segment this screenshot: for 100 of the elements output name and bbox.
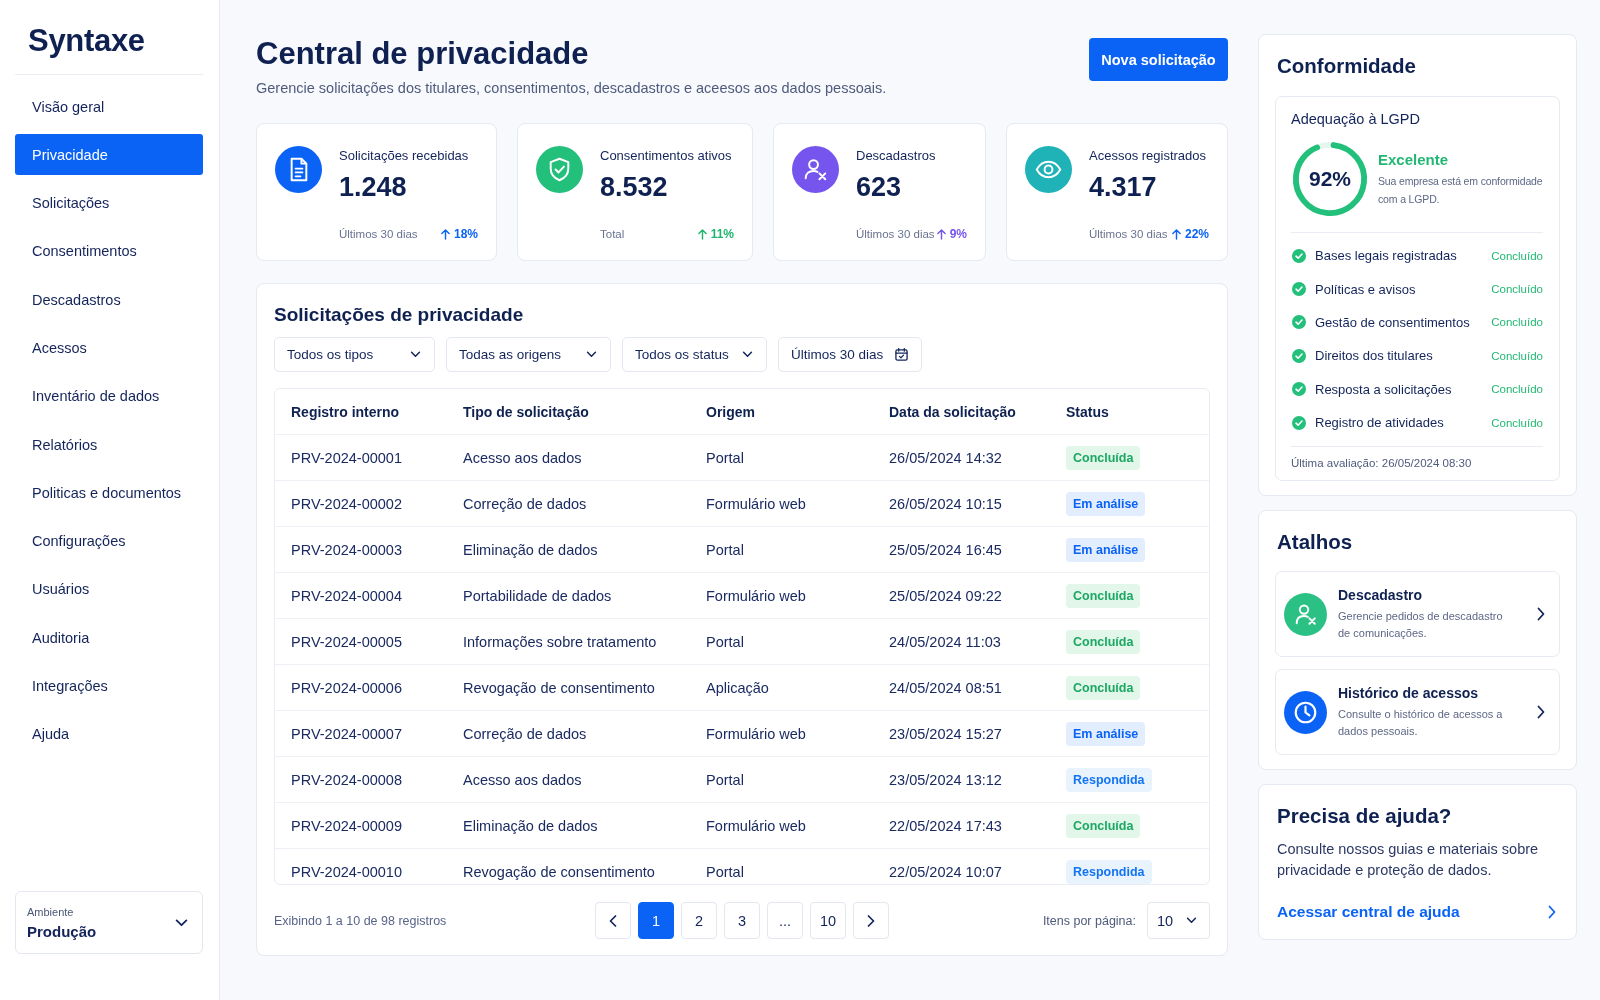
table-cell: PRV-2024-00007 [291,725,402,742]
sidebar-item[interactable]: Ajuda [15,713,203,755]
chevron-right-icon [867,914,875,927]
column-header: Origem [706,403,755,420]
table-cell: Formulário web [706,725,806,742]
score-value: 92% [1308,167,1352,191]
sidebar-item[interactable]: Privacidade [15,134,203,176]
table-cell: Eliminação de dados [463,541,598,558]
table-cell: Formulário web [706,587,806,604]
shortcut-description: Consulte o histórico de acessos a dados pessoais. [1338,706,1504,739]
date-filter[interactable]: Últimos 30 dias [778,337,922,372]
card-title: Adequação à LGPD [1291,110,1421,129]
table-cell: PRV-2024-00006 [291,679,402,696]
shortcut-card[interactable]: Histórico de acessos Consulte o histórico de acessos a dados pessoais. [1275,669,1560,756]
sidebar-item[interactable]: Solicitações [15,182,203,224]
new-request-button[interactable]: Nova solicitação [1089,38,1228,81]
environment-dropdown[interactable]: Ambiente Produção [15,891,203,954]
table-cell: 24/05/2024 08:51 [889,679,1002,696]
status-badge: Concluída [1066,813,1141,838]
sidebar-item[interactable]: Usuários [15,568,203,610]
table-cell: 26/05/2024 14:32 [889,449,1002,466]
rating-label: Excelente [1378,150,1450,168]
filter-dropdown[interactable]: Todas as origens [446,337,611,372]
table-cell: Correção de dados [463,495,587,512]
table-cell: Formulário web [706,817,806,834]
caret-icon [1186,917,1197,924]
status-badge: Em análise [1066,491,1146,516]
checklist-status: Concluído [1491,283,1543,296]
sidebar-item[interactable]: Politicas e documentos [15,472,203,514]
stat-value: 4.317 [1089,171,1158,204]
app-logo: Syntaxe [27,22,146,60]
page-subtitle: Gerencie solicitações dos titulares, consentimentos, descadastros e aceesos aos dados pessoais. [256,79,887,98]
section-title: Atalhos [1277,529,1354,556]
sidebar-item[interactable]: Visão geral [15,86,203,127]
table-cell: Portal [706,771,744,788]
calendar-icon [895,348,908,361]
table-cell: 23/05/2024 13:12 [889,771,1002,788]
page-button[interactable]: 1 [638,902,674,939]
chevron-right-icon [1537,607,1545,622]
column-header: Registro interno [291,403,400,420]
stat-period: Últimos 30 dias [1089,228,1168,240]
checklist-status: Concluído [1491,316,1543,329]
sidebar-item[interactable]: Descadastros [15,279,203,321]
previous-page-button[interactable] [595,902,631,939]
table-cell: PRV-2024-00008 [291,771,402,788]
checklist-status: Concluído [1491,249,1543,262]
checklist-item: Políticas e avisos [1315,281,1417,297]
status-badge: Respondida [1066,767,1152,792]
page-title: Central de privacidade [256,35,590,73]
sidebar-item[interactable]: Relatórios [15,424,203,466]
filter-dropdown[interactable]: Todos os status [622,337,767,372]
stat-value: 8.532 [600,171,669,204]
table-cell: Formulário web [706,495,806,512]
last-review: Última avaliação: 26/05/2024 08:30 [1291,457,1473,470]
checklist-status: Concluído [1491,416,1543,429]
stat-period: Total [600,228,625,240]
per-page-dropdown[interactable]: 10 [1147,902,1210,939]
stat-label: Descadastros [856,147,937,165]
checklist-status: Concluído [1491,349,1543,362]
stat-value: 1.248 [339,171,408,204]
arrow-up-icon [440,228,450,240]
page-button[interactable]: ... [767,902,803,939]
sidebar-item[interactable]: Inventário de dados [15,375,203,417]
next-page-button[interactable] [853,902,889,939]
status-badge: Respondida [1066,859,1152,884]
page-button[interactable]: 10 [810,902,846,939]
table-cell: Informações sobre tratamento [463,633,657,650]
table-cell: 25/05/2024 16:45 [889,541,1002,558]
shortcut-card[interactable]: Descadastro Gerencie pedidos de descadastro de comunicações. [1275,571,1560,658]
trend-value: 22% [1184,227,1209,241]
column-header: Tipo de solicitação [463,403,589,420]
table-cell: Portal [706,541,744,558]
section-title: Precisa de ajuda? [1277,803,1453,830]
chevron-right-icon [1537,705,1545,720]
stat-label: Consentimentos ativos [600,147,733,165]
checklist-item: Registro de atividades [1315,415,1445,431]
chevron-right-icon [1548,905,1556,920]
trend-value: 18% [453,227,478,241]
page-button[interactable]: 3 [724,902,760,939]
help-center-link[interactable]: Acessar central de ajuda [1277,903,1460,922]
table-cell: Acesso aos dados [463,771,582,788]
section-title: Conformidade [1277,53,1417,79]
status-badge: Concluída [1066,629,1141,654]
checklist-item: Direitos dos titulares [1315,348,1434,364]
sidebar-item[interactable]: Configurações [15,520,203,562]
sidebar-item[interactable]: Integrações [15,665,203,707]
table-cell: 26/05/2024 10:15 [889,495,1002,512]
table-cell: 23/05/2024 15:27 [889,725,1002,742]
section-title: Solicitações de privacidade [274,303,525,327]
table-cell: PRV-2024-00009 [291,817,402,834]
sidebar-item[interactable]: Auditoria [15,617,203,659]
shortcut-description: Gerencie pedidos de descadastro de comunicações. [1338,608,1504,641]
caret-icon [742,351,753,358]
filter-dropdown[interactable]: Todos os tipos [274,337,435,372]
checklist-status: Concluído [1491,383,1543,396]
sidebar-item[interactable]: Consentimentos [15,230,203,272]
column-header: Status [1066,403,1109,420]
chevron-left-icon [609,914,617,927]
page-button[interactable]: 2 [681,902,717,939]
sidebar-item[interactable]: Acessos [15,327,203,369]
